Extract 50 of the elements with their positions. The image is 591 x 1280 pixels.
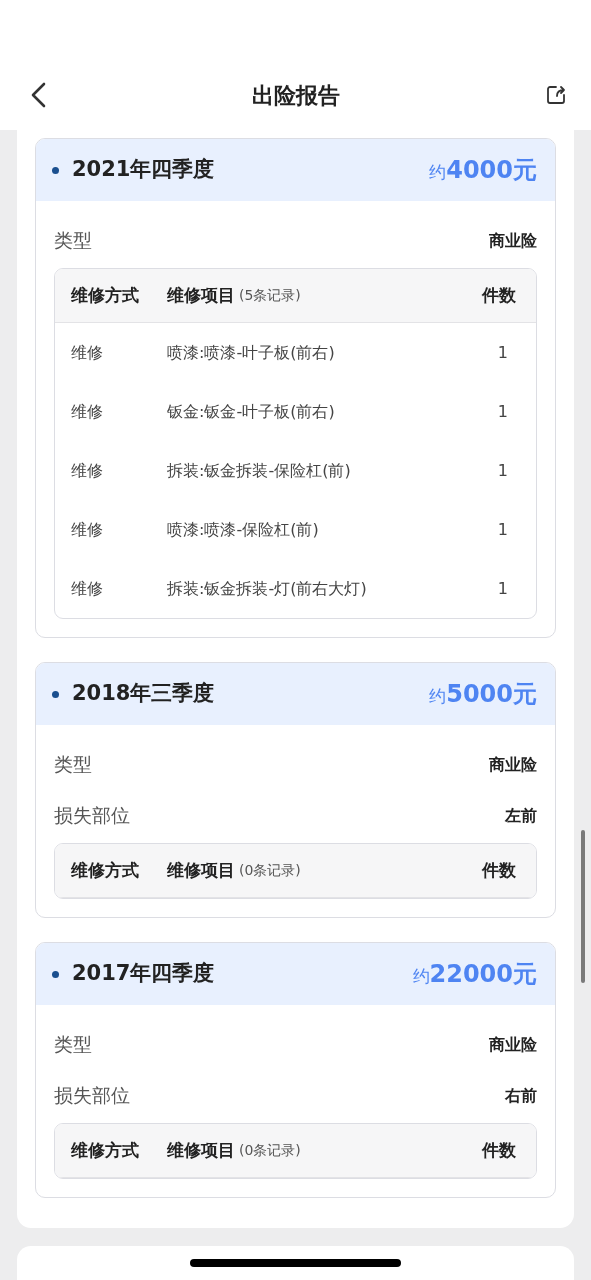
report-period: 2017年四季度: [72, 960, 215, 988]
table-cell-text: 维修: [71, 341, 104, 364]
field-label: 类型: [54, 228, 92, 254]
column-header: 件数: [482, 283, 516, 307]
table-cell-text: 维修: [71, 518, 104, 541]
report-period: 2021年四季度: [72, 156, 215, 184]
share-icon[interactable]: [545, 84, 567, 106]
column-header: 件数: [482, 858, 516, 882]
page-title: 出险报告: [251, 81, 340, 110]
table-cell-text: 维修: [71, 459, 104, 482]
table-cell-text: 喷漆:喷漆-叶子板(前右): [167, 341, 336, 364]
column-header: 维修项目: [167, 1138, 235, 1162]
table-cell-text: 1: [497, 341, 508, 364]
field-value: 商业险: [489, 1033, 537, 1056]
field-value: 右前: [505, 1084, 537, 1107]
column-header: 件数: [482, 1138, 516, 1162]
table-cell-text: 1: [497, 400, 508, 423]
report-period: 2018年三季度: [72, 680, 215, 708]
field-label: 损失部位: [54, 1083, 130, 1109]
field-label: 损失部位: [54, 803, 130, 829]
column-header: 维修方式: [71, 283, 140, 307]
table-cell-text: 钣金:钣金-叶子板(前右): [167, 400, 336, 423]
table-cell-text: 1: [497, 577, 508, 600]
back-icon[interactable]: [30, 82, 46, 108]
record-count: (0条记录): [239, 1141, 301, 1160]
bullet-icon: [52, 690, 59, 698]
table-cell-text: 拆装:钣金拆装-灯(前右大灯): [167, 577, 368, 600]
column-header: 维修项目: [167, 858, 235, 882]
claim-amount: 约22000元: [412, 959, 537, 990]
table-cell-text: 维修: [71, 577, 104, 600]
column-header: 维修项目: [167, 283, 235, 307]
table-cell-text: 1: [497, 459, 508, 482]
field-value: 左前: [505, 804, 537, 827]
column-header: 维修方式: [71, 1138, 140, 1162]
table-cell-text: 维修: [71, 400, 104, 423]
field-label: 类型: [54, 752, 92, 778]
column-header: 维修方式: [71, 858, 140, 882]
table-cell-text: 拆装:钣金拆装-保险杠(前): [167, 459, 352, 482]
claim-amount: 约5000元: [429, 679, 537, 710]
claim-amount: 约4000元: [429, 155, 537, 186]
scrollbar[interactable]: [581, 830, 585, 983]
bullet-icon: [52, 970, 59, 978]
field-label: 类型: [54, 1032, 92, 1058]
record-count: (0条记录): [239, 861, 301, 880]
record-count: (5条记录): [239, 286, 301, 305]
field-value: 商业险: [489, 753, 537, 776]
table-cell-text: 1: [497, 518, 508, 541]
bullet-icon: [52, 166, 59, 174]
table-cell-text: 喷漆:喷漆-保险杠(前): [167, 518, 320, 541]
field-value: 商业险: [489, 229, 537, 252]
